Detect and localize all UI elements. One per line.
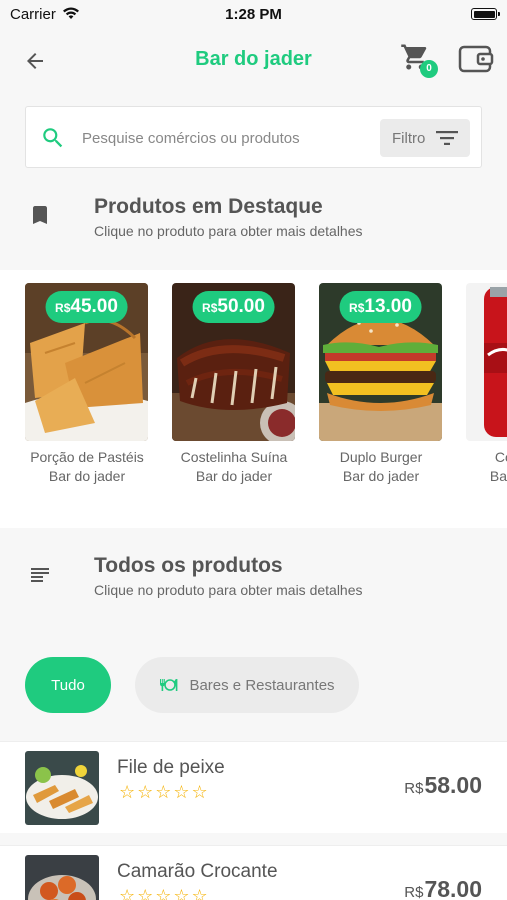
rating-stars: ☆☆☆☆☆: [119, 886, 210, 900]
filter-icon: [436, 131, 458, 145]
list-item[interactable]: Camarão Crocante ☆☆☆☆☆ R$ 78.00: [0, 845, 507, 900]
battery-icon: [471, 8, 500, 20]
all-products-title: Todos os produtos: [94, 554, 283, 577]
product-store: Bar do jader: [342, 468, 420, 484]
clock: 1:28 PM: [225, 6, 282, 23]
wallet-button[interactable]: [458, 44, 496, 78]
product-name: Coca-Cola: [494, 449, 507, 465]
product-image-costelinha: R$ 50.00: [172, 283, 295, 441]
app-header: Bar do jader 0: [0, 28, 507, 94]
product-store: Bar do jader: [48, 468, 126, 484]
price-badge: R$ 45.00: [45, 291, 128, 323]
product-name: Porção de Pastéis: [30, 449, 144, 465]
cart-count-badge: 0: [420, 60, 438, 78]
list-item[interactable]: File de peixe ☆☆☆☆☆ R$ 58.00: [0, 741, 507, 833]
product-image-coca: R$: [466, 283, 507, 441]
product-name: Camarão Crocante: [117, 861, 278, 882]
featured-carousel[interactable]: R$ 45.00 Porção de Pastéis Bar do jader R…: [0, 270, 507, 528]
search-input[interactable]: [82, 127, 372, 149]
rating-stars: ☆☆☆☆☆: [119, 782, 210, 802]
featured-product-card[interactable]: R$ 13.00 Duplo Burger Bar do jader: [319, 283, 443, 484]
price-badge: R$ 50.00: [192, 291, 275, 323]
product-price: R$ 58.00: [404, 772, 482, 798]
status-bar: Carrier 1:28 PM: [0, 0, 507, 28]
featured-product-card[interactable]: R$ Coca-Cola Bar do jader: [466, 283, 507, 484]
product-thumbnail: [25, 855, 99, 900]
category-chip-bares[interactable]: Bares e Restaurantes: [135, 657, 359, 713]
product-price: R$ 78.00: [404, 876, 482, 900]
list-icon: [31, 568, 49, 582]
product-thumbnail: [25, 751, 99, 825]
product-name: Duplo Burger: [339, 449, 423, 465]
wallet-icon: [458, 45, 494, 73]
price-badge: R$ 13.00: [339, 291, 422, 323]
featured-section-header: Produtos em Destaque Clique no produto p…: [0, 195, 507, 255]
featured-product-card[interactable]: R$ 50.00 Costelinha Suína Bar do jader: [172, 283, 296, 484]
cart-button[interactable]: 0: [400, 42, 440, 78]
featured-title: Produtos em Destaque: [94, 195, 323, 218]
featured-product-card[interactable]: R$ 45.00 Porção de Pastéis Bar do jader: [25, 283, 149, 484]
search-icon: [43, 128, 63, 148]
product-name: Costelinha Suína: [180, 449, 288, 465]
search-bar: Filtro: [25, 106, 482, 168]
bookmark-icon: [33, 206, 47, 224]
category-chip-tudo[interactable]: Tudo: [25, 657, 111, 713]
category-label: Tudo: [51, 676, 85, 694]
product-store: Bar do jader: [489, 468, 507, 484]
filter-button[interactable]: Filtro: [380, 119, 470, 157]
product-image-pasteis: R$ 45.00: [25, 283, 148, 441]
all-products-subtitle: Clique no produto para obter mais detalh…: [94, 582, 363, 598]
restaurant-icon: [160, 679, 178, 691]
featured-subtitle: Clique no produto para obter mais detalh…: [94, 223, 363, 239]
product-store: Bar do jader: [195, 468, 273, 484]
product-name: File de peixe: [117, 757, 225, 778]
all-products-section-header: Todos os produtos Clique no produto para…: [0, 554, 507, 614]
product-image-burger: R$ 13.00: [319, 283, 442, 441]
filter-label: Filtro: [392, 129, 426, 147]
category-label: Bares e Restaurantes: [189, 676, 335, 694]
